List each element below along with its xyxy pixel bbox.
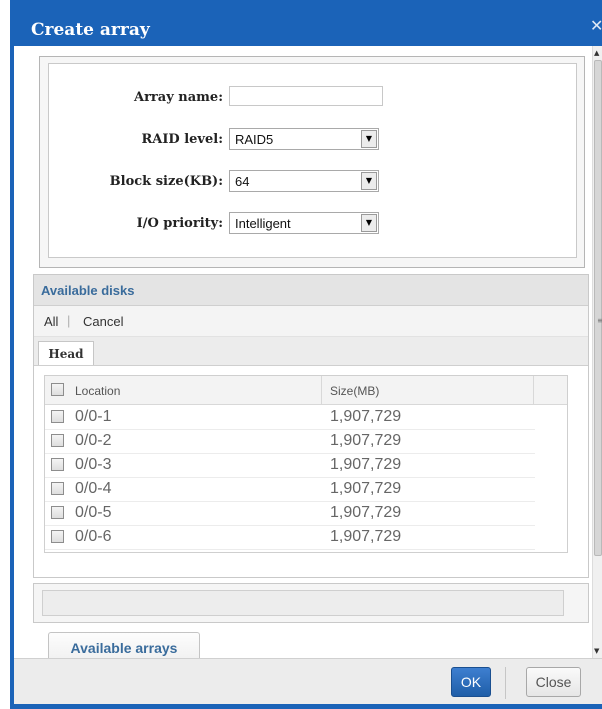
- block-size-select[interactable]: 64 ▼: [229, 170, 379, 192]
- column-size[interactable]: Size(MB): [330, 384, 379, 398]
- disk-location: 0/0-3: [75, 456, 112, 473]
- raid-level-label: RAID level:: [141, 132, 223, 147]
- vertical-scrollbar[interactable]: ▲ ≡ ▼: [592, 46, 602, 658]
- scrollbar-thumb[interactable]: ≡: [594, 60, 602, 556]
- scroll-down-arrow-icon[interactable]: ▼: [594, 647, 599, 655]
- disk-size: 1,907,729: [330, 504, 402, 521]
- disk-size: 1,907,729: [330, 528, 402, 545]
- io-priority-label: I/O priority:: [136, 216, 223, 231]
- disk-size: 1,907,729: [330, 432, 402, 449]
- block-size-value: 64: [235, 174, 250, 189]
- table-header: Location Size(MB): [45, 376, 567, 405]
- disk-size: 1,907,729: [330, 408, 402, 425]
- ok-button[interactable]: OK: [451, 667, 491, 697]
- table-row[interactable]: 0/0-6 1,907,729: [45, 525, 535, 550]
- tab-available-arrays[interactable]: Available arrays: [48, 632, 200, 658]
- column-divider: [321, 376, 322, 404]
- chevron-down-icon[interactable]: ▼: [361, 214, 377, 232]
- disks-table: Location Size(MB) 0/0-1 1,907,729 0/0-2 …: [44, 375, 568, 553]
- available-disks-title: Available disks: [41, 283, 135, 298]
- scroll-up-arrow-icon[interactable]: ▲: [594, 49, 599, 57]
- available-disks-panel: Available disks All | Cancel Head Locati…: [33, 274, 589, 578]
- cancel-selection-link[interactable]: Cancel: [83, 314, 123, 329]
- row-checkbox[interactable]: [51, 434, 64, 447]
- disk-tabs: Head: [34, 337, 588, 366]
- button-divider: [505, 667, 506, 699]
- row-checkbox[interactable]: [51, 458, 64, 471]
- table-row[interactable]: 0/0-2 1,907,729: [45, 429, 535, 454]
- table-row[interactable]: 0/0-4 1,907,729: [45, 477, 535, 502]
- toolbar-divider: |: [67, 313, 71, 328]
- status-message-area: [42, 590, 564, 616]
- column-divider: [533, 376, 534, 404]
- table-row[interactable]: 0/0-3 1,907,729: [45, 453, 535, 478]
- available-disks-header: Available disks: [34, 275, 588, 306]
- disk-selection-toolbar: All | Cancel: [34, 306, 588, 337]
- array-name-input[interactable]: [229, 86, 383, 106]
- disk-size: 1,907,729: [330, 480, 402, 497]
- table-row[interactable]: 0/0-1 1,907,729: [45, 405, 535, 430]
- create-array-dialog: Create array ✕ ▲ ≡ ▼ Array name: RAID le…: [10, 0, 602, 709]
- dialog-content: ▲ ≡ ▼ Array name: RAID level: RAID5 ▼ Bl…: [14, 46, 602, 658]
- dialog-bottom-border: [14, 704, 602, 709]
- disk-location: 0/0-1: [75, 408, 112, 425]
- disk-size: 1,907,729: [330, 456, 402, 473]
- row-checkbox[interactable]: [51, 506, 64, 519]
- disk-location: 0/0-5: [75, 504, 112, 521]
- dialog-footer: OK Close: [14, 658, 602, 705]
- row-checkbox[interactable]: [51, 482, 64, 495]
- chevron-down-icon[interactable]: ▼: [361, 130, 377, 148]
- close-button[interactable]: Close: [526, 667, 581, 697]
- disk-location: 0/0-2: [75, 432, 112, 449]
- disks-status-bar: [33, 583, 589, 623]
- close-icon[interactable]: ✕: [590, 16, 602, 36]
- select-all-link[interactable]: All: [44, 314, 58, 329]
- row-checkbox[interactable]: [51, 530, 64, 543]
- block-size-label: Block size(KB):: [109, 174, 223, 189]
- io-priority-select[interactable]: Intelligent ▼: [229, 212, 379, 234]
- array-settings-form: Array name: RAID level: RAID5 ▼ Block si…: [48, 63, 577, 258]
- column-location[interactable]: Location: [75, 384, 120, 398]
- dialog-title: Create array: [31, 20, 150, 40]
- row-checkbox[interactable]: [51, 410, 64, 423]
- array-settings-panel: Array name: RAID level: RAID5 ▼ Block si…: [39, 56, 585, 268]
- scrollbar-grip-icon: ≡: [597, 316, 602, 325]
- table-row[interactable]: 0/0-5 1,907,729: [45, 501, 535, 526]
- chevron-down-icon[interactable]: ▼: [361, 172, 377, 190]
- disk-location: 0/0-4: [75, 480, 112, 497]
- io-priority-value: Intelligent: [235, 216, 291, 231]
- disk-location: 0/0-6: [75, 528, 112, 545]
- title-bar[interactable]: Create array ✕: [10, 0, 602, 46]
- raid-level-select[interactable]: RAID5 ▼: [229, 128, 379, 150]
- tab-head[interactable]: Head: [38, 341, 94, 365]
- array-name-label: Array name:: [134, 90, 223, 105]
- select-all-checkbox[interactable]: [51, 383, 64, 396]
- raid-level-value: RAID5: [235, 132, 274, 147]
